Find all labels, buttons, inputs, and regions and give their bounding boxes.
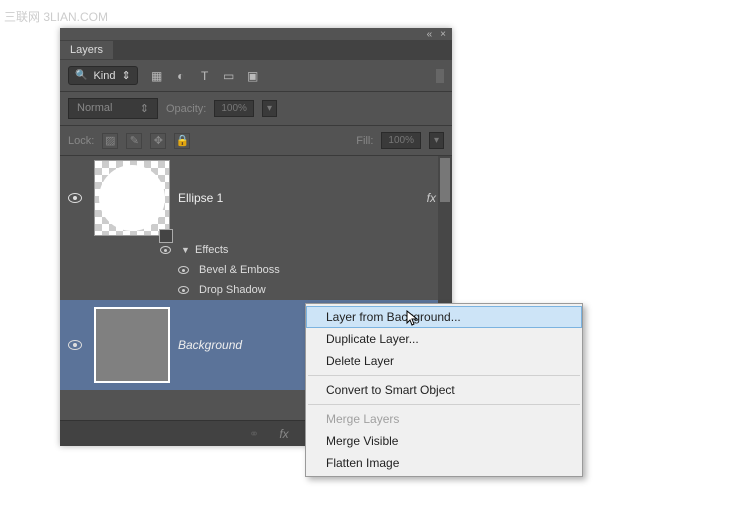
fill-chevron[interactable]: ▾ bbox=[429, 132, 444, 149]
menu-separator bbox=[308, 404, 580, 405]
visibility-eye-icon[interactable] bbox=[178, 286, 189, 294]
layer-thumbnail-background[interactable] bbox=[94, 307, 170, 383]
bevel-emboss-row[interactable]: Bevel & Emboss bbox=[60, 260, 452, 280]
filter-smart-icon[interactable]: ▣ bbox=[246, 69, 260, 83]
kind-label: Kind bbox=[93, 70, 115, 82]
close-icon[interactable]: × bbox=[440, 29, 446, 40]
drop-shadow-row[interactable]: Drop Shadow bbox=[60, 280, 452, 300]
menu-convert-smart-object[interactable]: Convert to Smart Object bbox=[306, 379, 582, 401]
menu-duplicate-layer[interactable]: Duplicate Layer... bbox=[306, 328, 582, 350]
lock-icons: ▨ ✎ ✥ 🔒 bbox=[102, 133, 190, 149]
visibility-eye-icon[interactable] bbox=[178, 266, 189, 274]
visibility-eye-icon[interactable] bbox=[160, 246, 171, 254]
fill-value: 100% bbox=[388, 135, 414, 146]
menu-separator bbox=[308, 375, 580, 376]
tab-layers[interactable]: Layers bbox=[60, 41, 113, 59]
filter-row: 🔍 Kind ⇕ ▦ ◐ T ▭ ▣ bbox=[60, 60, 452, 92]
filter-icons: ▦ ◐ T ▭ ▣ bbox=[150, 69, 260, 83]
opacity-label: Opacity: bbox=[166, 103, 206, 115]
shape-badge-icon bbox=[159, 229, 173, 243]
lock-position-icon[interactable]: ✥ bbox=[150, 133, 166, 149]
layer-style-icon[interactable]: fx bbox=[276, 427, 292, 441]
scrollbar-thumb[interactable] bbox=[440, 158, 450, 202]
context-menu: Layer from Background... Duplicate Layer… bbox=[305, 303, 583, 477]
menu-layer-from-background[interactable]: Layer from Background... bbox=[306, 306, 582, 328]
lock-label: Lock: bbox=[68, 135, 94, 147]
fill-value-box[interactable]: 100% bbox=[381, 132, 421, 149]
ellipse-shape-preview bbox=[99, 165, 165, 231]
opacity-chevron[interactable]: ▾ bbox=[262, 100, 277, 117]
link-layers-icon[interactable]: ⚭ bbox=[246, 427, 262, 441]
filter-shape-icon[interactable]: ▭ bbox=[222, 69, 236, 83]
blend-row: Normal ⇕ Opacity: 100% ▾ bbox=[60, 92, 452, 126]
fill-label: Fill: bbox=[356, 135, 373, 147]
tab-row: Layers bbox=[60, 40, 452, 60]
chevron-updown-icon: ⇕ bbox=[121, 69, 130, 82]
kind-filter-dropdown[interactable]: 🔍 Kind ⇕ bbox=[68, 66, 138, 85]
menu-flatten-image[interactable]: Flatten Image bbox=[306, 452, 582, 474]
filter-pixel-icon[interactable]: ▦ bbox=[150, 69, 164, 83]
bevel-label: Bevel & Emboss bbox=[199, 264, 280, 276]
visibility-eye-icon[interactable] bbox=[68, 193, 82, 203]
opacity-value: 100% bbox=[221, 103, 247, 114]
collapse-icon[interactable]: « bbox=[427, 29, 433, 40]
lock-transparent-icon[interactable]: ▨ bbox=[102, 133, 118, 149]
panel-titlebar: « × bbox=[60, 28, 452, 40]
menu-delete-layer[interactable]: Delete Layer bbox=[306, 350, 582, 372]
shadow-label: Drop Shadow bbox=[199, 284, 266, 296]
opacity-value-box[interactable]: 100% bbox=[214, 100, 254, 117]
blend-mode-dropdown[interactable]: Normal ⇕ bbox=[68, 98, 158, 119]
search-icon: 🔍 bbox=[75, 70, 87, 81]
lock-all-icon[interactable]: 🔒 bbox=[174, 133, 190, 149]
layer-row-ellipse[interactable]: Ellipse 1 fx ▴ bbox=[60, 156, 452, 240]
layer-thumbnail-ellipse[interactable] bbox=[94, 160, 170, 236]
menu-merge-layers: Merge Layers bbox=[306, 408, 582, 430]
menu-merge-visible[interactable]: Merge Visible bbox=[306, 430, 582, 452]
layer-name-ellipse[interactable]: Ellipse 1 bbox=[172, 191, 412, 205]
filter-adjustment-icon[interactable]: ◐ bbox=[174, 69, 188, 83]
twirl-down-icon[interactable]: ▼ bbox=[181, 245, 191, 255]
blend-mode-value: Normal bbox=[77, 102, 112, 115]
lock-row: Lock: ▨ ✎ ✥ 🔒 Fill: 100% ▾ bbox=[60, 126, 452, 156]
effects-label: Effects bbox=[195, 244, 228, 256]
visibility-eye-icon[interactable] bbox=[68, 340, 82, 350]
chevron-updown-icon: ⇕ bbox=[140, 102, 149, 115]
fx-indicator[interactable]: fx bbox=[412, 191, 440, 205]
lock-image-icon[interactable]: ✎ bbox=[126, 133, 142, 149]
effects-row[interactable]: ▼ Effects bbox=[60, 240, 452, 260]
filter-type-icon[interactable]: T bbox=[198, 69, 212, 83]
filter-toggle-switch[interactable] bbox=[436, 69, 444, 83]
watermark-text: 三联网 3LIAN.COM bbox=[4, 8, 108, 25]
